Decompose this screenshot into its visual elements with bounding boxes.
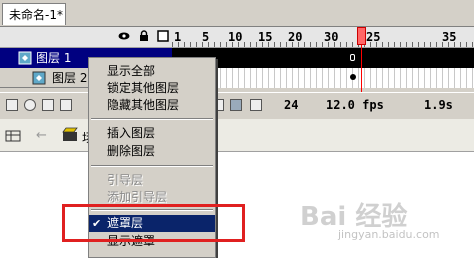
watermark-url: jingyan.baidu.com: [338, 228, 440, 241]
document-tab-bar: [0, 0, 474, 27]
layer-icon: [18, 51, 32, 65]
back-arrow-icon[interactable]: ←: [36, 129, 50, 143]
eye-icon[interactable]: [118, 30, 130, 42]
keyframe[interactable]: [350, 54, 355, 61]
menu-item-lock-others[interactable]: 锁定其他图层: [89, 80, 215, 97]
menu-separator: [91, 118, 213, 120]
frame-ruler[interactable]: [172, 42, 474, 47]
menu-item-show-all[interactable]: 显示全部: [89, 63, 215, 80]
elapsed-time: 1.9s: [424, 98, 453, 112]
timeline-toggle-icon[interactable]: [4, 127, 22, 145]
menu-item-insert-layer[interactable]: 插入图层: [89, 125, 215, 142]
outline-icon[interactable]: [157, 30, 169, 42]
current-frame: 24: [284, 98, 299, 112]
frame-rate: 12.0 fps: [326, 98, 384, 112]
menu-item-delete-layer[interactable]: 删除图层: [89, 143, 215, 160]
playhead[interactable]: [357, 27, 366, 45]
delete-layer-icon[interactable]: [60, 99, 72, 111]
menu-item-hide-others[interactable]: 隐藏其他图层: [89, 97, 215, 114]
layer-1-frames[interactable]: [172, 48, 474, 68]
insert-layer-icon[interactable]: [6, 99, 18, 111]
edit-multiple-frames-icon[interactable]: [250, 99, 262, 111]
onion-skin-icon[interactable]: [230, 99, 242, 111]
add-guide-layer-icon[interactable]: [24, 99, 36, 111]
menu-separator: [91, 165, 213, 167]
document-tab[interactable]: 未命名-1*: [2, 3, 66, 25]
lock-icon[interactable]: [138, 30, 150, 42]
insert-folder-icon[interactable]: [42, 99, 54, 111]
layer-name: 图层 1: [36, 51, 72, 65]
annotation-highlight-box: [62, 204, 245, 242]
keyframe[interactable]: [350, 74, 356, 80]
scene-icon: [62, 127, 78, 143]
menu-item-guide: 引导层: [107, 173, 144, 187]
layer-name: 图层 2: [52, 71, 88, 85]
layer-2-frames[interactable]: [172, 68, 474, 88]
layer-icon: [32, 71, 46, 85]
